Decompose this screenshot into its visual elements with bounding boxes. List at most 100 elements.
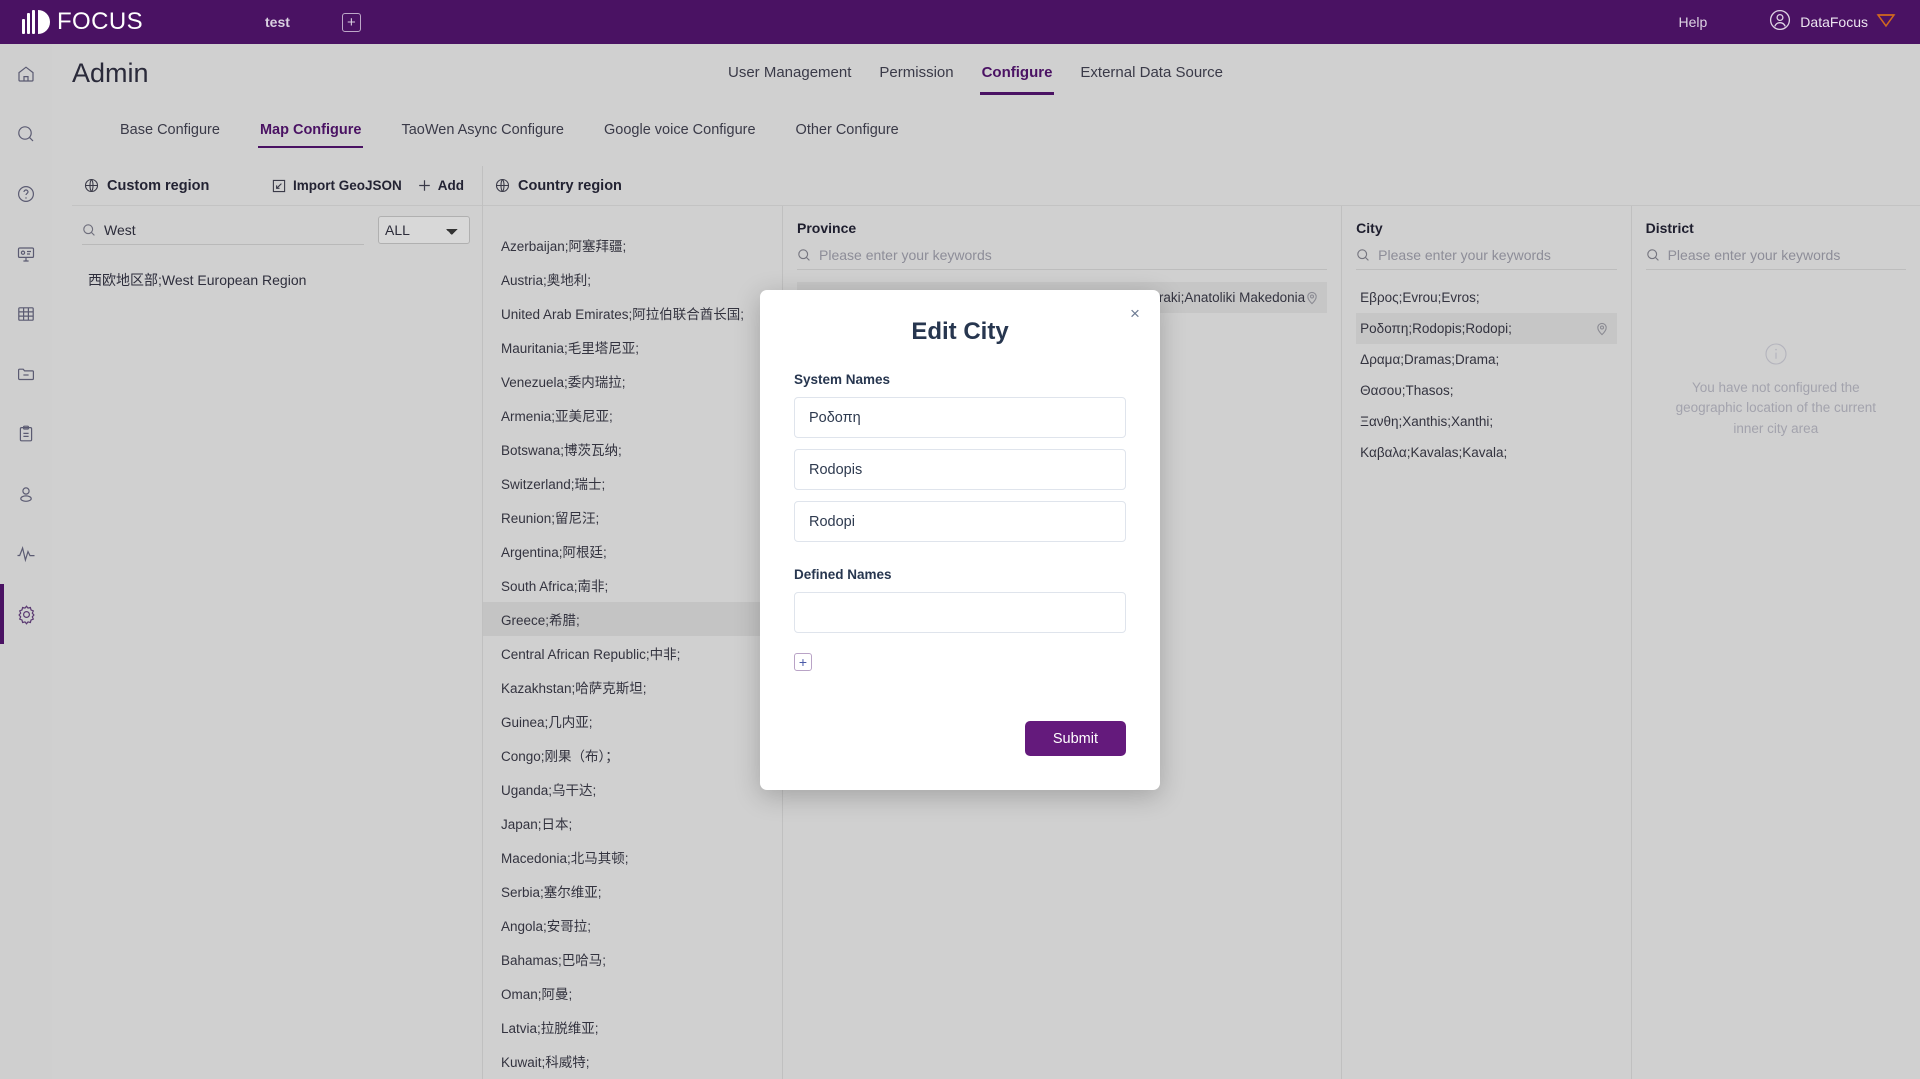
list-item[interactable]: 西欧地区部;West European Region [82, 264, 482, 296]
country-list-item[interactable]: Venezuela;委内瑞拉; [483, 364, 782, 398]
city-list-item[interactable]: Δραμα;Dramas;Drama; [1356, 344, 1616, 375]
city-list-item[interactable]: Θασου;Thasos; [1356, 375, 1616, 406]
rail-item-help[interactable] [0, 164, 52, 224]
city-list-item[interactable]: Ξανθη;Xanthis;Xanthi; [1356, 406, 1616, 437]
search-icon [1646, 248, 1660, 262]
country-region-panel: Country region Azerbaijan;阿塞拜疆; Austria;… [482, 166, 1920, 1079]
city-column: City Εβρος;Evrou;Evros; [1342, 206, 1632, 1079]
user-icon [16, 484, 36, 504]
rail-item-folder[interactable] [0, 344, 52, 404]
nav-permission[interactable]: Permission [865, 58, 967, 95]
country-list-item[interactable]: Congo;刚果（布）； [483, 738, 782, 772]
country-list-item[interactable]: Armenia;亚美尼亚; [483, 398, 782, 432]
secondary-nav: Base Configure Map Configure TaoWen Asyn… [72, 116, 919, 148]
location-pin-icon[interactable] [1305, 291, 1319, 305]
country-list-item[interactable]: Japan;日本; [483, 806, 782, 840]
avatar-icon[interactable] [1769, 9, 1791, 36]
rail-item-activity[interactable] [0, 524, 52, 584]
top-bar: FOCUS test + Help DataFocus [0, 0, 1920, 44]
country-list-item[interactable]: Azerbaijan;阿塞拜疆; [483, 228, 782, 262]
country-list-item[interactable]: Kazakhstan;哈萨克斯坦; [483, 670, 782, 704]
country-list-item[interactable]: Central African Republic;中非; [483, 636, 782, 670]
focus-logo-icon [22, 10, 50, 34]
country-list-item[interactable]: Oman;阿曼; [483, 976, 782, 1010]
city-list-item-selected[interactable]: Ροδοπη;Rodopis;Rodopi; [1356, 313, 1617, 344]
add-defined-name-button[interactable]: + [794, 653, 812, 671]
country-list-item[interactable]: Uganda;乌干达; [483, 772, 782, 806]
rail-item-dashboard[interactable] [0, 224, 52, 284]
country-list-item[interactable]: South Africa;南非; [483, 568, 782, 602]
add-region-button[interactable]: Add [418, 178, 464, 193]
home-icon [16, 64, 36, 84]
globe-icon [495, 178, 510, 193]
tab-other-configure[interactable]: Other Configure [776, 116, 919, 148]
rail-item-table[interactable] [0, 284, 52, 344]
country-list-item[interactable]: Mauritania;毛里塔尼亚; [483, 330, 782, 364]
country-list-item[interactable]: Bahamas;巴哈马; [483, 942, 782, 976]
city-search-box[interactable] [1356, 240, 1617, 270]
tab-map-configure[interactable]: Map Configure [240, 116, 382, 148]
province-search-box[interactable] [797, 240, 1328, 270]
user-name[interactable]: DataFocus [1800, 14, 1868, 30]
rail-item-user[interactable] [0, 464, 52, 524]
country-list-item[interactable]: Latvia;拉脱维亚; [483, 1010, 782, 1044]
country-list-item[interactable]: Macedonia;北马其顿; [483, 840, 782, 874]
province-search-input[interactable] [819, 246, 1328, 263]
gear-icon [16, 604, 37, 625]
city-item-label: Δραμα;Dramas;Drama; [1360, 352, 1500, 367]
nav-user-management[interactable]: User Management [714, 58, 865, 95]
district-search-box[interactable] [1645, 240, 1907, 270]
dashboard-icon [16, 244, 36, 264]
city-list-item[interactable]: Καβαλα;Kavalas;Kavala; [1356, 437, 1616, 468]
country-list-item[interactable]: Switzerland;瑞士; [483, 466, 782, 500]
tab-taowen-async-configure[interactable]: TaoWen Async Configure [381, 116, 584, 148]
system-name-input-1[interactable] [794, 397, 1126, 438]
rail-item-home[interactable] [0, 44, 52, 104]
import-geojson-button[interactable]: Import GeoJSON [272, 178, 402, 193]
close-icon[interactable]: × [1126, 304, 1144, 322]
system-name-input-2[interactable] [794, 449, 1126, 490]
district-empty-text: You have not configured the geographic l… [1675, 380, 1876, 436]
custom-region-search-input[interactable] [104, 221, 364, 238]
custom-region-title: Custom region [107, 177, 210, 194]
country-list-item[interactable]: Angola;安哥拉; [483, 908, 782, 942]
workspace-tab-test[interactable]: test [265, 14, 290, 30]
brand-logo[interactable]: FOCUS [22, 8, 143, 36]
table-icon [16, 304, 36, 324]
plus-icon [418, 179, 431, 192]
add-tab-button[interactable]: + [341, 12, 361, 32]
edit-city-dialog: × Edit City System Names Defined Names +… [760, 290, 1160, 790]
tab-base-configure[interactable]: Base Configure [72, 116, 240, 148]
nav-configure[interactable]: Configure [968, 58, 1067, 95]
custom-region-title-group: Custom region [84, 178, 209, 194]
country-list-item[interactable]: Guinea;几内亚; [483, 704, 782, 738]
search-icon [1356, 248, 1370, 262]
nav-external-data-source[interactable]: External Data Source [1066, 58, 1237, 95]
district-empty-state: You have not configured the geographic l… [1646, 342, 1906, 439]
city-search-input[interactable] [1378, 246, 1617, 263]
rail-item-settings[interactable] [0, 584, 52, 644]
custom-region-filter-select[interactable]: ALL [378, 216, 470, 244]
district-search-input[interactable] [1667, 246, 1907, 263]
location-pin-icon[interactable] [1595, 322, 1609, 336]
rail-item-clipboard[interactable] [0, 404, 52, 464]
defined-name-input-1[interactable] [794, 592, 1126, 633]
help-link[interactable]: Help [1679, 14, 1708, 30]
country-list-item[interactable]: Kuwait;科威特; [483, 1044, 782, 1078]
country-region-title: Country region [518, 177, 622, 194]
custom-region-search-box[interactable] [82, 215, 364, 245]
system-name-input-3[interactable] [794, 501, 1126, 542]
country-list-item-selected[interactable]: Greece;希腊; [483, 602, 782, 636]
country-list-item[interactable]: Reunion;留尼汪; [483, 500, 782, 534]
country-list-item[interactable]: United Arab Emirates;阿拉伯联合酋长国; [483, 296, 782, 330]
country-list-item[interactable]: Serbia;塞尔维亚; [483, 874, 782, 908]
import-icon [272, 179, 286, 193]
country-list-item[interactable]: Argentina;阿根廷; [483, 534, 782, 568]
country-list-item[interactable]: Botswana;博茨瓦纳; [483, 432, 782, 466]
submit-button[interactable]: Submit [1024, 721, 1126, 756]
city-list-item[interactable]: Εβρος;Evrou;Evros; [1356, 282, 1616, 313]
country-list-item[interactable]: Austria;奥地利; [483, 262, 782, 296]
tab-google-voice-configure[interactable]: Google voice Configure [584, 116, 776, 148]
topbar-right-group: Help DataFocus [1679, 9, 1897, 36]
rail-item-search[interactable] [0, 104, 52, 164]
